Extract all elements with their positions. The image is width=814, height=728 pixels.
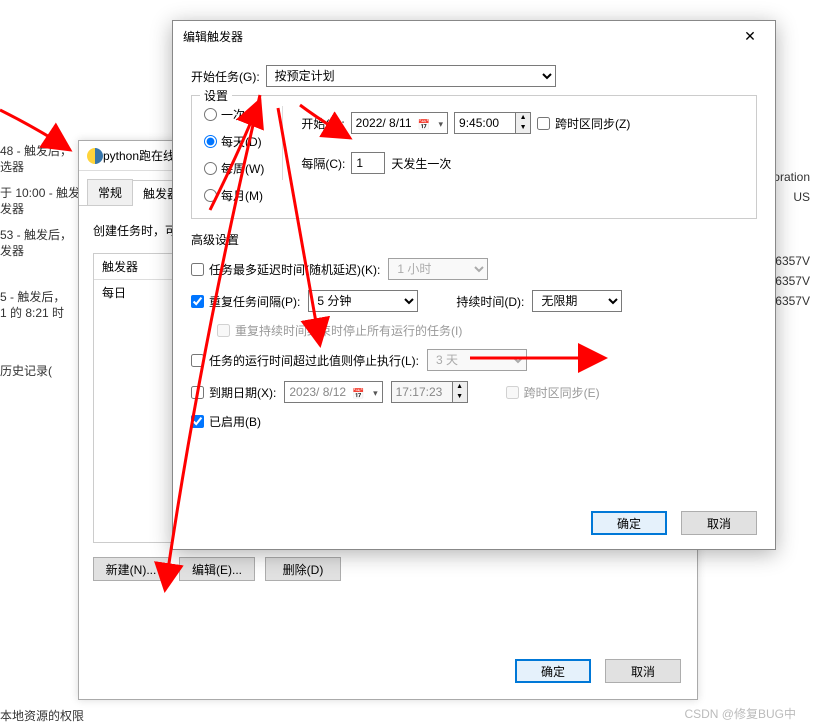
ok-button[interactable]: 确定 <box>515 659 591 683</box>
repeat-checkbox[interactable]: 重复任务间隔(P): <box>191 293 300 310</box>
spin-up-icon[interactable]: ▲ <box>516 113 530 123</box>
stop-longer-checkbox[interactable]: 任务的运行时间超过此值则停止执行(L): <box>191 352 419 369</box>
adv-title: 高级设置 <box>191 231 757 248</box>
sync-tz-checkbox[interactable]: 跨时区同步(Z) <box>537 115 630 132</box>
delay-checkbox[interactable]: 任务最多延迟时间(随机延迟)(K): <box>191 261 380 278</box>
dialog-title: python跑在线 <box>103 147 175 164</box>
duration-label: 持续时间(D): <box>456 293 524 310</box>
duration-select[interactable]: 无限期 <box>532 290 622 312</box>
delete-button[interactable]: 删除(D) <box>265 557 341 581</box>
spin-down-icon: ▼ <box>453 392 467 402</box>
titlebar[interactable]: 编辑触发器 ✕ <box>173 21 775 51</box>
interval-label: 每隔(C): <box>301 155 345 172</box>
ok-button[interactable]: 确定 <box>591 511 667 535</box>
interval-input[interactable] <box>351 152 385 174</box>
stop-longer-select: 3 天 <box>427 349 527 371</box>
radio-daily[interactable]: 每天(D) <box>204 133 264 150</box>
radio-once[interactable]: 一次(N) <box>204 106 264 123</box>
col-trigger[interactable]: 触发器 <box>94 254 174 279</box>
start-time-input[interactable]: ▲▼ <box>454 112 531 134</box>
python-icon <box>87 148 103 164</box>
dialog-title: 编辑触发器 <box>183 28 243 45</box>
start-task-label: 开始任务(G): <box>191 68 260 85</box>
close-icon[interactable]: ✕ <box>735 28 765 45</box>
expire-date-input: 2023/ 8/12 <box>284 381 382 403</box>
advanced-group: 高级设置 任务最多延迟时间(随机延迟)(K): 1 小时 重复任务间隔(P): … <box>191 227 757 444</box>
cancel-button[interactable]: 取消 <box>605 659 681 683</box>
interval-suffix: 天发生一次 <box>391 155 451 172</box>
footer-text: 本地资源的权限 <box>0 707 84 724</box>
edit-button[interactable]: 编辑(E)... <box>179 557 255 581</box>
radio-weekly[interactable]: 每周(W) <box>204 160 264 177</box>
delay-select: 1 小时 <box>388 258 488 280</box>
cancel-button[interactable]: 取消 <box>681 511 757 535</box>
new-button[interactable]: 新建(N)... <box>93 557 169 581</box>
spin-down-icon[interactable]: ▼ <box>516 123 530 133</box>
enabled-checkbox[interactable]: 已启用(B) <box>191 413 261 430</box>
radio-monthly[interactable]: 每月(M) <box>204 187 264 204</box>
settings-group: 设置 一次(N) 每天(D) 每周(W) 每月(M) 开始(S): 2022/ … <box>191 95 757 219</box>
start-label: 开始(S): <box>301 115 344 132</box>
start-date-input[interactable]: 2022/ 8/11 <box>351 112 448 134</box>
repeat-select[interactable]: 5 分钟 <box>308 290 418 312</box>
watermark: CSDN @修复BUG中 <box>684 705 796 722</box>
edit-trigger-dialog: 编辑触发器 ✕ 开始任务(G): 按预定计划 设置 一次(N) 每天(D) 每周… <box>172 20 776 550</box>
expire-time-input: ▲▼ <box>391 381 468 403</box>
expire-sync-checkbox: 跨时区同步(E) <box>506 384 600 401</box>
spin-up-icon: ▲ <box>453 382 467 392</box>
start-task-select[interactable]: 按预定计划 <box>266 65 556 87</box>
calendar-icon <box>418 117 430 129</box>
stop-running-checkbox: 重复持续时间结束时停止所有运行的任务(I) <box>217 322 462 339</box>
expire-checkbox[interactable]: 到期日期(X): <box>191 384 276 401</box>
calendar-icon <box>352 386 364 398</box>
group-title: 设置 <box>200 87 232 104</box>
tab-general[interactable]: 常规 <box>87 179 133 205</box>
